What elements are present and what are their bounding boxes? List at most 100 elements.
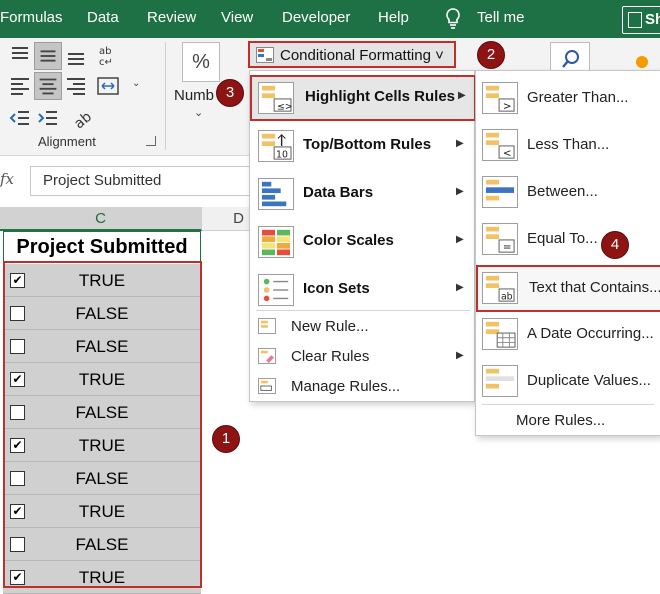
conditional-formatting-icon — [256, 47, 274, 63]
text-contains-icon: ab — [482, 272, 518, 304]
table-header-cell[interactable]: Project Submitted — [3, 231, 201, 263]
decrease-indent-icon[interactable] — [6, 104, 34, 132]
merge-center-icon[interactable] — [94, 72, 122, 100]
tab-review[interactable]: Review — [147, 9, 196, 26]
less-than-icon: < — [482, 129, 518, 161]
submenu-item-between[interactable]: Between... — [476, 169, 660, 216]
menu-label: New Rule... — [291, 318, 369, 335]
align-bottom-icon[interactable] — [62, 42, 90, 70]
submenu-label: Less Than... — [527, 136, 610, 153]
align-right-icon[interactable] — [62, 72, 90, 100]
menu-label: Icon Sets — [303, 280, 370, 297]
align-center-icon[interactable] — [34, 72, 62, 100]
orientation-icon[interactable]: ab — [66, 104, 94, 132]
svg-text:ab: ab — [99, 46, 111, 57]
top-bottom-icon: 10 — [258, 130, 294, 162]
conditional-formatting-label: Conditional Formatting ˅ — [280, 47, 444, 64]
align-left-icon[interactable] — [6, 72, 34, 100]
conditional-formatting-button[interactable]: Conditional Formatting ˅ — [248, 41, 456, 68]
submenu-label: A Date Occurring... — [527, 325, 654, 342]
alignment-launcher-icon[interactable] — [146, 136, 156, 146]
tab-data[interactable]: Data — [87, 9, 119, 26]
submenu-arrow-icon: ▶ — [458, 90, 466, 101]
menu-item-top-bottom-rules[interactable]: 10 Top/Bottom Rules ▶ — [250, 123, 476, 169]
submenu-arrow-icon: ▶ — [456, 234, 464, 245]
svg-text:ab: ab — [501, 291, 513, 302]
tab-help[interactable]: Help — [378, 9, 409, 26]
data-bars-icon — [258, 178, 294, 210]
align-top-icon[interactable] — [6, 42, 34, 70]
submenu-item-equal-to[interactable]: = Equal To... — [476, 216, 660, 263]
menu-item-color-scales[interactable]: Color Scales ▶ — [250, 219, 476, 265]
tab-formulas[interactable]: Formulas — [0, 9, 63, 26]
submenu-arrow-icon: ▶ — [456, 186, 464, 197]
alignment-group-label: Alignment — [38, 134, 96, 149]
icon-sets-icon — [258, 274, 294, 306]
align-middle-icon[interactable] — [34, 42, 62, 70]
number-group-label[interactable]: Numb — [174, 87, 214, 104]
menu-label: Color Scales — [303, 232, 394, 249]
menu-item-icon-sets[interactable]: Icon Sets ▶ — [250, 267, 476, 313]
formula-value: Project Submitted — [43, 172, 162, 189]
fx-icon[interactable]: fx — [0, 170, 14, 188]
svg-text:<: < — [503, 147, 512, 159]
submenu-label: Greater Than... — [527, 89, 629, 106]
menu-item-data-bars[interactable]: Data Bars ▶ — [250, 171, 476, 217]
search-icon — [562, 50, 579, 68]
manage-rules-icon — [258, 378, 276, 394]
callout-badge: 1 — [212, 425, 240, 453]
svg-text:c↵: c↵ — [99, 57, 113, 68]
submenu-item-greater-than[interactable]: > Greater Than... — [476, 75, 660, 122]
new-rule-icon — [258, 318, 276, 334]
submenu-item-date-occurring[interactable]: A Date Occurring... — [476, 311, 660, 358]
menu-item-highlight-cells-rules[interactable]: ≤> Highlight Cells Rules ▶ — [250, 75, 476, 121]
ideas-icon[interactable] — [636, 56, 648, 68]
menu-item-clear-rules[interactable]: Clear Rules ▶ — [250, 342, 476, 372]
menu-label: Top/Bottom Rules — [303, 136, 432, 153]
greater-than-icon: > — [482, 82, 518, 114]
calendar-icon — [482, 318, 518, 350]
submenu-label: Text that Contains... — [529, 279, 660, 296]
share-label: Sh — [645, 11, 660, 28]
callout-badge: 3 — [216, 79, 244, 107]
more-rules-link[interactable]: More Rules... — [516, 412, 605, 429]
menu-item-new-rule[interactable]: New Rule... — [250, 312, 476, 342]
menu-item-manage-rules[interactable]: Manage Rules... — [250, 372, 476, 402]
percent-style-button[interactable]: % — [182, 42, 220, 82]
excel-window: Formulas Data Review View Developer Help… — [0, 0, 660, 594]
submenu-item-duplicate-values[interactable]: Duplicate Values... — [476, 358, 660, 405]
wrap-text-icon[interactable]: ab c↵ — [94, 42, 122, 70]
menu-label: Data Bars — [303, 184, 374, 201]
submenu-divider — [482, 404, 654, 405]
menu-label: Manage Rules... — [291, 378, 401, 395]
submenu-label: Duplicate Values... — [527, 372, 651, 389]
share-button[interactable]: Sh — [622, 6, 660, 34]
submenu-label: Between... — [527, 183, 598, 200]
color-scales-icon — [258, 226, 294, 258]
merge-chevron-icon[interactable]: ⌄ — [132, 78, 140, 89]
tell-me-search[interactable]: Tell me — [477, 9, 525, 26]
selected-range-highlight — [3, 261, 202, 588]
clear-rules-icon — [258, 348, 276, 364]
submenu-item-text-that-contains[interactable]: ab Text that Contains... — [476, 265, 660, 312]
lightbulb-icon — [446, 8, 460, 29]
svg-text:=: = — [503, 241, 512, 253]
tab-view[interactable]: View — [221, 9, 253, 26]
menu-divider — [256, 310, 470, 311]
submenu-arrow-icon: ▶ — [456, 350, 464, 361]
submenu-item-less-than[interactable]: < Less Than... — [476, 122, 660, 169]
column-header-c[interactable]: C — [0, 207, 202, 231]
equal-to-icon: = — [482, 223, 518, 255]
tab-developer[interactable]: Developer — [282, 9, 350, 26]
callout-badge: 4 — [601, 231, 629, 259]
svg-text:>: > — [503, 100, 512, 112]
submenu-arrow-icon: ▶ — [456, 138, 464, 149]
formula-input[interactable]: Project Submitted — [30, 166, 254, 196]
number-chevron-icon[interactable]: ⌄ — [194, 106, 203, 119]
svg-text:≤>: ≤> — [277, 101, 293, 112]
conditional-formatting-menu: ≤> Highlight Cells Rules ▶ 10 Top/Bottom… — [249, 70, 476, 402]
submenu-arrow-icon: ▶ — [456, 282, 464, 293]
callout-badge: 2 — [477, 41, 505, 69]
ribbon-tab-bar: Formulas Data Review View Developer Help… — [0, 0, 660, 38]
increase-indent-icon[interactable] — [34, 104, 62, 132]
